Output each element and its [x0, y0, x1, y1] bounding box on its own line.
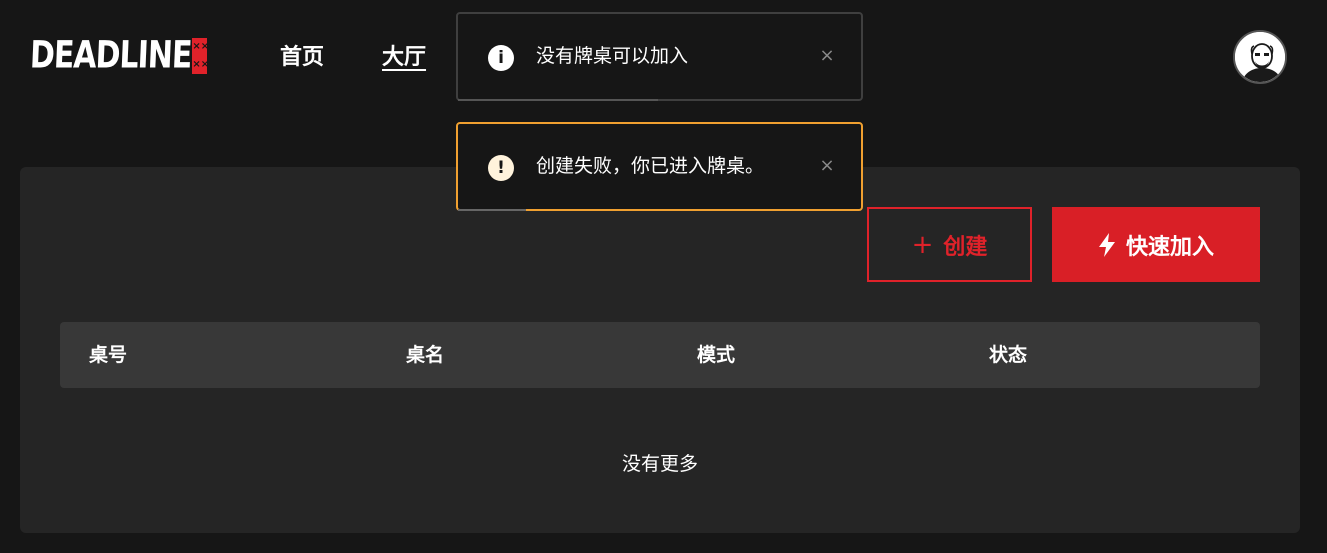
nav-lobby[interactable]: 大厅 [382, 42, 426, 74]
quick-join-label: 快速加入 [1125, 234, 1214, 260]
avatar-face-icon [1235, 32, 1285, 82]
toast-progress-bar [458, 99, 658, 101]
create-button-label: 创建 [943, 234, 988, 260]
quick-join-button[interactable]: 快速加入 [1052, 207, 1260, 282]
warning-icon: ! [488, 155, 514, 181]
main-nav: 首页 大厅 [280, 42, 426, 74]
table-header: 桌号 桌名 模式 状态 [60, 322, 1260, 388]
column-header-mode[interactable]: 模式 [697, 322, 735, 388]
lightning-icon [1098, 232, 1115, 257]
info-icon: i [488, 45, 514, 71]
column-header-table-name[interactable]: 桌名 [406, 322, 444, 388]
logo-badge: ×× ×× [192, 38, 209, 74]
logo-badge-bottom: ×× [192, 56, 209, 74]
toast-progress-bar [458, 209, 526, 211]
close-icon[interactable]: × [818, 153, 836, 179]
toast-warning: ! 创建失败，你已进入牌桌。 × [456, 122, 863, 211]
logo-badge-top: ×× [192, 38, 209, 56]
column-header-status[interactable]: 状态 [989, 322, 1027, 388]
column-header-table-number[interactable]: 桌号 [89, 322, 127, 388]
close-icon[interactable]: × [818, 43, 836, 69]
user-avatar[interactable] [1233, 30, 1287, 84]
toast-info: i 没有牌桌可以加入 × [456, 12, 863, 101]
create-table-button[interactable]: + 创建 [867, 207, 1032, 282]
plus-icon: + [911, 229, 934, 260]
nav-home[interactable]: 首页 [280, 42, 324, 74]
lobby-panel: + 创建 快速加入 桌号 桌名 模式 状态 没有更多 [20, 167, 1300, 533]
logo[interactable]: DEADLINE ×× ×× [29, 33, 209, 77]
toast-message: 没有牌桌可以加入 [536, 45, 689, 67]
empty-state-text: 没有更多 [621, 453, 698, 475]
logo-wordmark: DEADLINE [29, 33, 193, 77]
toast-message: 创建失败，你已进入牌桌。 [536, 155, 765, 177]
